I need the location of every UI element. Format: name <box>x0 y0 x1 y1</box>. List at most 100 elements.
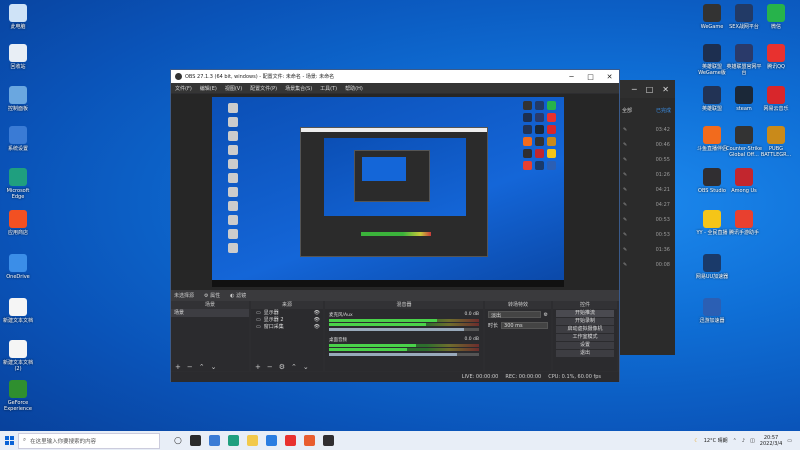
edit-icon[interactable]: ✎ <box>623 157 627 163</box>
taskbar-app-icon[interactable] <box>284 435 296 446</box>
close-icon[interactable]: ✕ <box>600 73 619 81</box>
visibility-icon[interactable]: 👁 <box>314 324 323 330</box>
remove-icon[interactable]: − <box>267 363 273 371</box>
bg-tab-done[interactable]: 已完成 <box>656 107 671 114</box>
desktop-icon-amongus[interactable]: Among Us <box>726 168 762 194</box>
desktop-icon-store[interactable]: 应用商店 <box>0 210 36 236</box>
close-icon[interactable]: ✕ <box>662 85 669 94</box>
task-view-icon[interactable]: ○ <box>174 436 182 446</box>
edit-icon[interactable]: ✎ <box>623 217 627 223</box>
menu-item[interactable]: 帮助(H) <box>345 85 363 92</box>
transition-select[interactable]: 淡出 <box>488 311 541 319</box>
desktop-icon-netease[interactable]: 网易云音乐 <box>758 86 794 112</box>
desktop-icon-steam[interactable]: steam <box>726 86 762 112</box>
bg-list-row[interactable]: ✎ 04:21 <box>618 182 675 197</box>
taskbar-app-icon[interactable] <box>246 435 258 446</box>
desktop-icon-control[interactable]: 控制面板 <box>0 86 36 112</box>
edit-icon[interactable]: ✎ <box>623 142 627 148</box>
up-icon[interactable]: ⌃ <box>199 363 205 371</box>
menu-item[interactable]: 视图(V) <box>225 85 242 92</box>
control-button[interactable]: 设置 <box>556 342 614 349</box>
source-item[interactable]: ▭ 窗口采集 👁 <box>251 323 323 331</box>
visibility-icon[interactable]: 👁 <box>314 317 323 323</box>
control-button[interactable]: 退出 <box>556 350 614 357</box>
scene-item[interactable]: 场景 <box>171 309 249 317</box>
remove-icon[interactable]: − <box>187 363 193 371</box>
desktop-icon-wegame[interactable]: WeGame <box>694 4 730 30</box>
menu-item[interactable]: 工具(T) <box>320 85 337 92</box>
desktop-icon-wechat[interactable]: 微信 <box>758 4 794 30</box>
add-icon[interactable]: + <box>175 363 181 371</box>
bg-list-row[interactable]: ✎ 00:53 <box>618 212 675 227</box>
bg-list-row[interactable]: ✎ 03:42 <box>618 122 675 137</box>
control-button[interactable]: 开始推流 <box>556 310 614 317</box>
menu-item[interactable]: 场景集合(S) <box>285 85 312 92</box>
bg-list-row[interactable]: ✎ 01:36 <box>618 242 675 257</box>
taskbar-search[interactable]: ⌕ 在这里输入你要搜索的内容 <box>18 432 160 449</box>
desktop-icon-pc[interactable]: 此电脑 <box>0 4 36 30</box>
edit-icon[interactable]: ✎ <box>623 172 627 178</box>
bg-list-row[interactable]: ✎ 01:26 <box>618 167 675 182</box>
control-button[interactable]: 工作室模式 <box>556 334 614 341</box>
menu-item[interactable]: 编辑(E) <box>200 85 217 92</box>
taskbar-app-icon[interactable] <box>189 435 201 446</box>
control-button[interactable]: 启动虚拟摄像机 <box>556 326 614 333</box>
bg-list-row[interactable]: ✎ 04:27 <box>618 197 675 212</box>
desktop-icon-csgo[interactable]: Counter-Strike Global Off... <box>726 126 762 158</box>
visibility-icon[interactable]: 👁 <box>314 310 323 316</box>
start-button[interactable] <box>0 436 18 445</box>
taskbar-app-icon[interactable] <box>227 435 239 446</box>
desktop-icon-yy[interactable]: YY - 全民直播 <box>694 210 730 236</box>
desktop-icon-douyu[interactable]: 斗鱼直播伴侣 <box>694 126 730 152</box>
edit-icon[interactable]: ✎ <box>623 187 627 193</box>
taskbar-app-icon[interactable] <box>303 435 315 446</box>
maximize-icon[interactable]: □ <box>581 73 600 81</box>
tray-expand-icon[interactable]: ⌃ <box>733 438 737 444</box>
bg-list-row[interactable]: ✎ 00:46 <box>618 137 675 152</box>
taskbar-app-icon[interactable] <box>322 435 334 446</box>
bg-tab-all[interactable]: 全部 <box>622 107 632 114</box>
background-app-window[interactable]: ─ □ ✕ 全部 已完成 ✎ 03:42 ✎ 00:46 ✎ 00:55 ✎ 01:26 ✎ 04… <box>618 80 675 355</box>
settings-icon[interactable]: ⚙ <box>279 363 285 371</box>
edit-icon[interactable]: ✎ <box>623 247 627 253</box>
desktop-icon-doc2[interactable]: 新建文本文档(2) <box>0 340 36 372</box>
notification-icon[interactable]: ▭ <box>787 438 792 444</box>
desktop-icon-pubg[interactable]: PUBG BATTLEGR... <box>758 126 794 158</box>
desktop-icon-settings[interactable]: 系统设置 <box>0 126 36 152</box>
down-icon[interactable]: ⌄ <box>211 363 217 371</box>
network-icon[interactable]: ◫ <box>750 438 755 444</box>
up-icon[interactable]: ⌃ <box>291 363 297 371</box>
obs-titlebar[interactable]: OBS 27.1.3 (64 bit, windows) - 配置文件: 未命名… <box>171 70 619 83</box>
bg-list-row[interactable]: ✎ 00:08 <box>618 257 675 272</box>
taskbar-app-icon[interactable] <box>265 435 277 446</box>
maximize-icon[interactable]: □ <box>646 85 654 94</box>
desktop-icon-lol[interactable]: 英雄联盟 <box>694 86 730 112</box>
filters-button[interactable]: ◐ 滤镜 <box>230 292 246 299</box>
desktop-icon-doc1[interactable]: 新建文本文档 <box>0 298 36 324</box>
edit-icon[interactable]: ✎ <box>623 127 627 133</box>
duration-input[interactable]: 300 ms <box>501 322 548 329</box>
add-icon[interactable]: + <box>255 363 261 371</box>
desktop-icon-recycle[interactable]: 回收站 <box>0 44 36 70</box>
desktop-icon-bilink[interactable]: 迅游加速器 <box>694 298 730 324</box>
desktop-icon-qq[interactable]: 腾讯QQ <box>758 44 794 70</box>
source-item[interactable]: ▭ 显示器 👁 <box>251 309 323 317</box>
minimize-icon[interactable]: ─ <box>562 73 581 81</box>
preview-area[interactable] <box>171 94 619 290</box>
edit-icon[interactable]: ✎ <box>623 262 627 268</box>
taskbar-app-icon[interactable] <box>208 435 220 446</box>
obs-window[interactable]: OBS 27.1.3 (64 bit, windows) - 配置文件: 未命名… <box>170 69 620 382</box>
desktop-icon-obs[interactable]: OBS Studio <box>694 168 730 194</box>
desktop-icon-lolqt[interactable]: 英雄联盟官网平台 <box>726 44 762 76</box>
desktop-icon-edge[interactable]: Microsoft Edge <box>0 168 36 200</box>
weather-icon[interactable]: ☾ <box>694 438 698 444</box>
source-item[interactable]: ▭ 显示器 2 👁 <box>251 316 323 324</box>
control-button[interactable]: 开始录制 <box>556 318 614 325</box>
clock[interactable]: 20:57 2022/3/4 <box>760 435 782 447</box>
weather-text[interactable]: 12°C 晴朗 <box>704 437 728 444</box>
menu-item[interactable]: 文件(F) <box>175 85 192 92</box>
desktop-icon-uu[interactable]: 网易UU加速器 <box>694 254 730 280</box>
desktop-icon-lolwg[interactable]: 英雄联盟 WeGame版 <box>694 44 730 76</box>
desktop-icon-nvidia[interactable]: GeForce Experience <box>0 380 36 412</box>
properties-button[interactable]: ⚙ 属性 <box>204 292 220 299</box>
